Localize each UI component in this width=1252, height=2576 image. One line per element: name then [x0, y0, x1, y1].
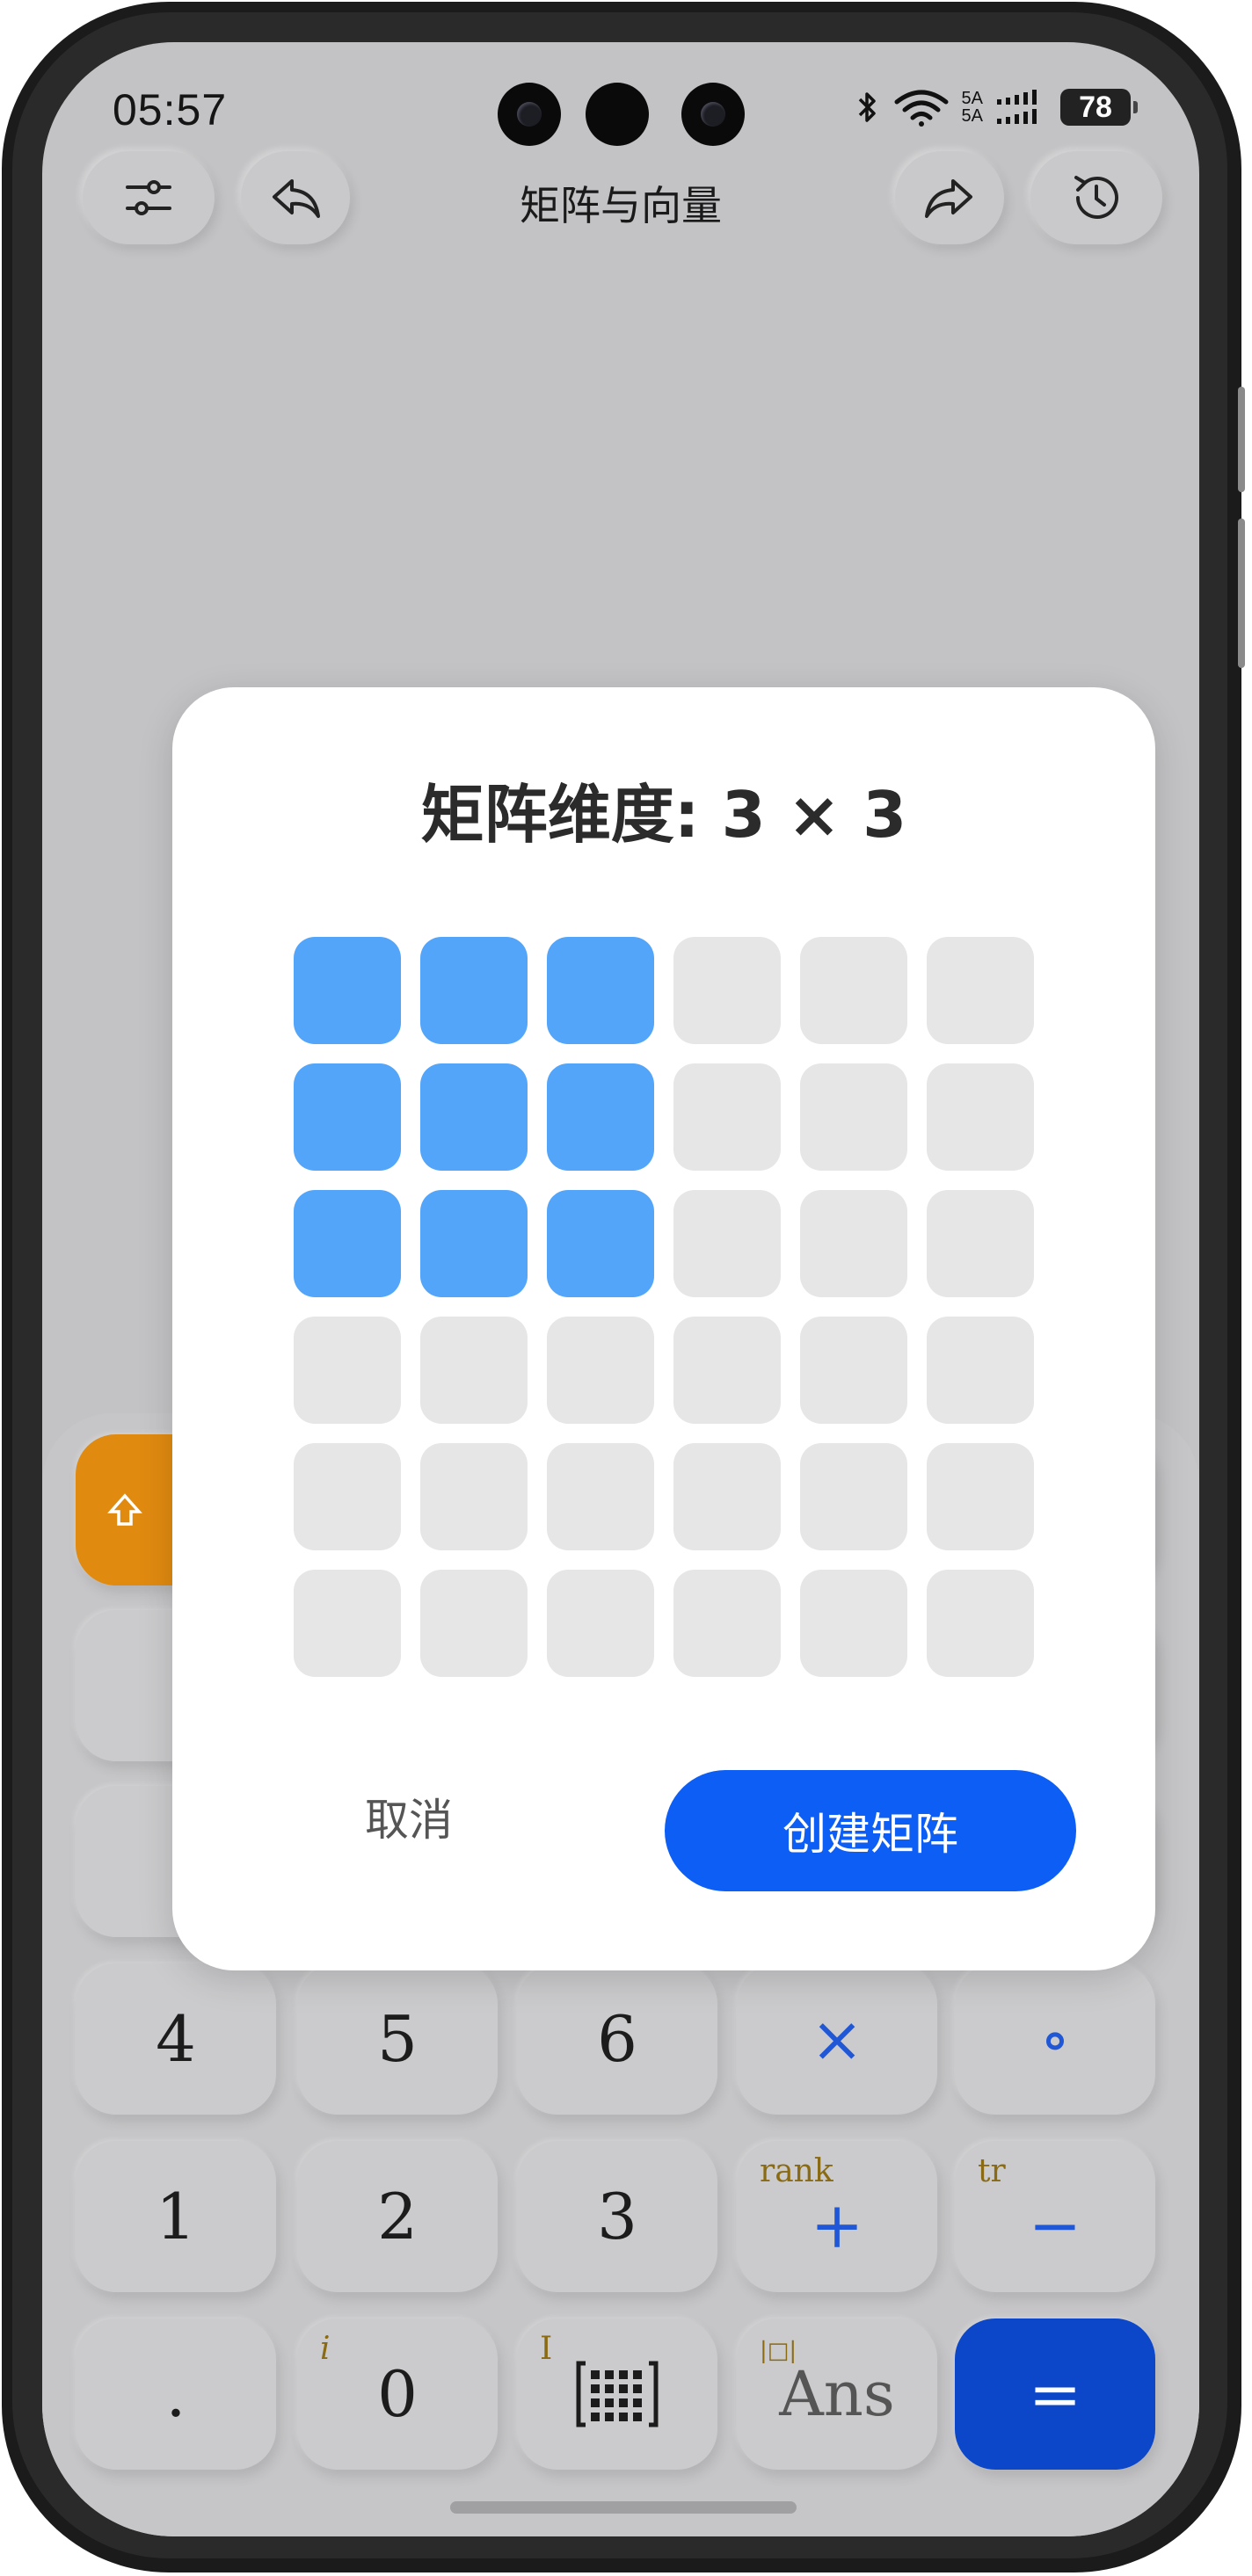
- page-title: 矩阵与向量: [520, 182, 722, 229]
- key-label: .: [165, 2357, 186, 2431]
- identity-sup-label: I: [540, 2331, 553, 2367]
- digit-3-key[interactable]: 3: [517, 2141, 717, 2292]
- minus-key[interactable]: tr −: [955, 2141, 1155, 2292]
- status-time: 05:57: [113, 85, 228, 134]
- key-label: 0: [377, 2357, 418, 2431]
- dialog-title: 矩阵维度: 3 × 3: [420, 778, 907, 852]
- key-label: +: [810, 2188, 864, 2262]
- volume-button: [1238, 387, 1245, 492]
- grid-cell-r1-c4[interactable]: [673, 937, 781, 1044]
- status-icons: 5A 5A 78: [855, 88, 1138, 127]
- digit-6-key[interactable]: 6: [517, 1963, 717, 2115]
- grid-cell-r4-c2[interactable]: [420, 1317, 528, 1424]
- camera-right: [681, 83, 745, 146]
- create-matrix-button[interactable]: 创建矩阵: [665, 1770, 1076, 1891]
- grid-cell-r4-c4[interactable]: [673, 1317, 781, 1424]
- signal-label-2: 5A: [961, 106, 983, 126]
- plus-key[interactable]: rank +: [737, 2141, 937, 2292]
- key-label: 2: [377, 2180, 418, 2253]
- grid-cell-r1-c2[interactable]: [420, 937, 528, 1044]
- digit-0-key[interactable]: i 0: [297, 2318, 498, 2470]
- redo-button[interactable]: [895, 151, 1004, 244]
- grid-cell-r3-c6[interactable]: [927, 1190, 1034, 1297]
- key-label: 1: [156, 2180, 196, 2253]
- power-button: [1238, 519, 1245, 668]
- grid-cell-r3-c1[interactable]: [294, 1190, 401, 1297]
- camera-left: [498, 83, 561, 146]
- compose-key[interactable]: ∘: [955, 1963, 1155, 2115]
- trace-sup-label: tr: [978, 2153, 1006, 2189]
- grid-cell-r3-c5[interactable]: [800, 1190, 907, 1297]
- decimal-key[interactable]: .: [76, 2318, 276, 2470]
- battery-indicator: 78: [1060, 89, 1138, 126]
- grid-cell-r2-c1[interactable]: [294, 1063, 401, 1171]
- grid-cell-r4-c5[interactable]: [800, 1317, 907, 1424]
- matrix-grid-icon: [576, 2361, 659, 2427]
- grid-cell-r2-c2[interactable]: [420, 1063, 528, 1171]
- grid-cell-r1-c3[interactable]: [547, 937, 654, 1044]
- answer-key[interactable]: |□| Ans: [737, 2318, 937, 2470]
- key-label: 3: [597, 2180, 637, 2253]
- equals-key[interactable]: =: [955, 2318, 1155, 2470]
- camera-center: [586, 83, 649, 146]
- rank-sup-label: rank: [760, 2153, 833, 2189]
- grid-cell-r6-c3[interactable]: [547, 1570, 654, 1677]
- grid-cell-r5-c3[interactable]: [547, 1443, 654, 1550]
- signal-labels: 5A 5A: [962, 90, 983, 125]
- grid-cell-r5-c1[interactable]: [294, 1443, 401, 1550]
- key-label: =: [1028, 2357, 1082, 2431]
- screen: 05:57 5A 5A 78 矩阵与向量 4 5 6 × ∘ 1 2 3 ran…: [42, 42, 1199, 2536]
- key-label: −: [1028, 2188, 1082, 2262]
- grid-cell-r5-c5[interactable]: [800, 1443, 907, 1550]
- digit-4-key[interactable]: 4: [76, 1963, 276, 2115]
- grid-cell-r1-c1[interactable]: [294, 937, 401, 1044]
- grid-cell-r4-c3[interactable]: [547, 1317, 654, 1424]
- grid-cell-r6-c2[interactable]: [420, 1570, 528, 1677]
- home-indicator[interactable]: [450, 2501, 797, 2514]
- history-button[interactable]: [1030, 151, 1162, 244]
- grid-cell-r6-c4[interactable]: [673, 1570, 781, 1677]
- key-label: Ans: [779, 2358, 895, 2430]
- grid-cell-r6-c5[interactable]: [800, 1570, 907, 1677]
- grid-cell-r2-c3[interactable]: [547, 1063, 654, 1171]
- grid-cell-r2-c6[interactable]: [927, 1063, 1034, 1171]
- shift-arrow-icon: [107, 1493, 142, 1526]
- grid-cell-r5-c4[interactable]: [673, 1443, 781, 1550]
- grid-cell-r2-c4[interactable]: [673, 1063, 781, 1171]
- digit-2-key[interactable]: 2: [297, 2141, 498, 2292]
- digit-5-key[interactable]: 5: [297, 1963, 498, 2115]
- dimension-grid: [294, 937, 1037, 1677]
- multiply-key[interactable]: ×: [737, 1963, 937, 2115]
- imaginary-sup-label: i: [320, 2331, 331, 2367]
- redo-arrow-icon: [925, 179, 972, 218]
- determinant-sup-label: |□|: [760, 2338, 797, 2364]
- clock-history-icon: [1074, 176, 1118, 219]
- grid-cell-r4-c6[interactable]: [927, 1317, 1034, 1424]
- signal-label-1: 5A: [961, 89, 983, 108]
- grid-cell-r5-c6[interactable]: [927, 1443, 1034, 1550]
- grid-cell-r4-c1[interactable]: [294, 1317, 401, 1424]
- digit-1-key[interactable]: 1: [76, 2141, 276, 2292]
- grid-cell-r3-c2[interactable]: [420, 1190, 528, 1297]
- cancel-button[interactable]: 取消: [302, 1768, 515, 1865]
- wifi-icon: [894, 90, 949, 127]
- grid-cell-r2-c5[interactable]: [800, 1063, 907, 1171]
- signal-bars-icon: [997, 90, 1037, 124]
- grid-cell-r6-c6[interactable]: [927, 1570, 1034, 1677]
- matrix-dimension-dialog: 矩阵维度: 3 × 3 取消 创建矩阵: [172, 687, 1155, 1970]
- grid-cell-r6-c1[interactable]: [294, 1570, 401, 1677]
- grid-cell-r3-c4[interactable]: [673, 1190, 781, 1297]
- grid-cell-r1-c5[interactable]: [800, 937, 907, 1044]
- matrix-key[interactable]: I: [517, 2318, 717, 2470]
- grid-cell-r5-c2[interactable]: [420, 1443, 528, 1550]
- grid-cell-r1-c6[interactable]: [927, 937, 1034, 1044]
- bluetooth-icon: [858, 92, 876, 122]
- grid-cell-r3-c3[interactable]: [547, 1190, 654, 1297]
